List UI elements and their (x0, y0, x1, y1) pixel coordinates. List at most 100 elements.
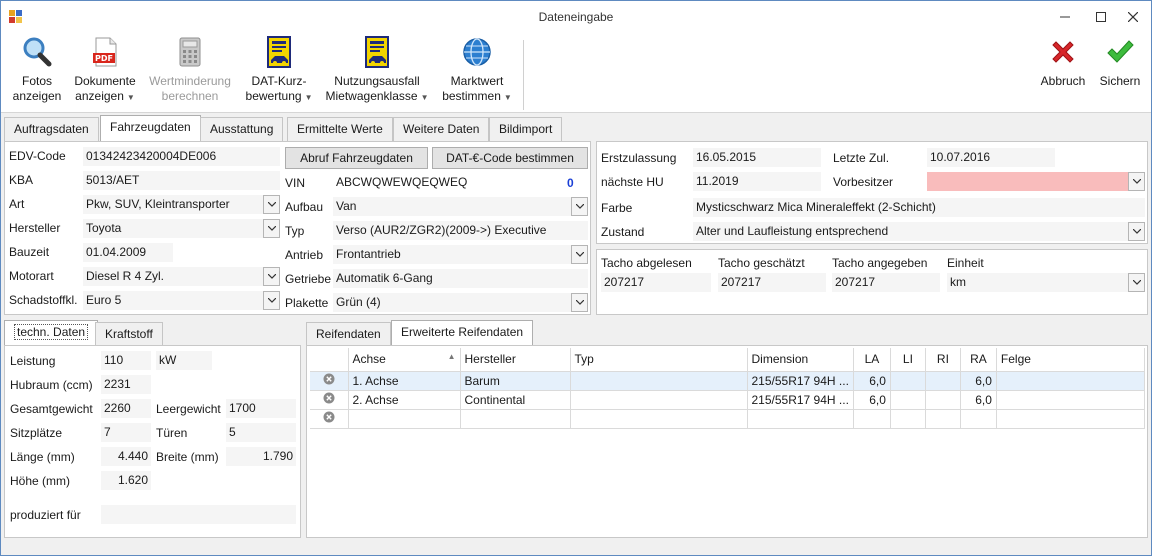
maximize-button[interactable] (1083, 1, 1119, 32)
cell-ra[interactable] (960, 409, 997, 429)
cell-achse[interactable]: 1. Achse (348, 371, 461, 391)
schadstoffkl-select[interactable]: Euro 5 (83, 291, 263, 310)
cell-felge[interactable] (996, 390, 1146, 410)
hubraum-field[interactable]: 2231 (101, 375, 151, 394)
cell-ra[interactable]: 6,0 (960, 390, 997, 410)
cell-typ[interactable] (570, 409, 748, 429)
zustand-select[interactable]: Alter und Laufleistung entsprechend (693, 222, 1128, 241)
vorbesitzer-select[interactable] (927, 172, 1128, 191)
col-header-typ[interactable]: Typ (570, 348, 748, 372)
antrieb-dropdown[interactable] (571, 245, 588, 264)
sichern-button[interactable]: Sichern (1095, 36, 1145, 89)
cell-felge[interactable] (996, 409, 1146, 429)
cell-felge[interactable] (996, 371, 1146, 391)
cell-hersteller[interactable]: Barum (460, 371, 571, 391)
plakette-dropdown[interactable] (571, 293, 588, 312)
col-header-felge[interactable]: Felge (996, 348, 1146, 372)
tab-ausstattung[interactable]: Ausstattung (200, 117, 284, 141)
col-header-dimension[interactable]: Dimension (747, 348, 854, 372)
edv-code-field[interactable]: 01342423420004DE006 (83, 147, 280, 166)
tab-reifendaten[interactable]: Reifendaten (306, 322, 391, 346)
abruf-fahrzeugdaten-button[interactable]: Abruf Fahrzeugdaten (285, 147, 428, 169)
tacho-geschaetzt-field[interactable]: 207217 (718, 273, 826, 292)
hersteller-dropdown[interactable] (263, 219, 280, 238)
hoehe-field[interactable]: 1.620 (101, 471, 151, 490)
tab-weitere-daten[interactable]: Weitere Daten (393, 117, 490, 141)
cell-la[interactable] (853, 409, 891, 429)
cell-achse[interactable] (348, 409, 461, 429)
col-header-li[interactable]: LI (890, 348, 926, 372)
antrieb-select[interactable]: Frontantrieb (333, 245, 571, 264)
aufbau-dropdown[interactable] (571, 197, 588, 216)
tab-ermittelte-werte[interactable]: Ermittelte Werte (287, 117, 393, 141)
farbe-field[interactable]: Mysticschwarz Mica Mineraleffekt (2-Schi… (693, 198, 1145, 217)
abbruch-button[interactable]: Abbruch (1037, 36, 1089, 89)
getriebe-field[interactable]: Automatik 6-Gang (333, 269, 588, 288)
bauzeit-field[interactable]: 01.04.2009 (83, 243, 173, 262)
laenge-field[interactable]: 4.440 (101, 447, 151, 466)
dat-code-bestimmen-button[interactable]: DAT-€-Code bestimmen (432, 147, 588, 169)
cell-ri[interactable] (925, 409, 961, 429)
tab-erweiterte-reifendaten[interactable]: Erweiterte Reifendaten (391, 320, 534, 346)
fotos-anzeigen-button[interactable]: Fotos anzeigen (11, 36, 63, 104)
cell-hersteller[interactable]: Continental (460, 390, 571, 410)
dat-kurzbewertung-button[interactable]: DAT-Kurz- bewertung ▼ (241, 36, 317, 105)
delete-row-button[interactable] (310, 409, 349, 429)
leistung-field[interactable]: 110 (101, 351, 151, 370)
cell-la[interactable]: 6,0 (853, 390, 891, 410)
table-row-new[interactable] (310, 409, 1146, 429)
einheit-dropdown[interactable] (1128, 273, 1145, 292)
col-header-achse[interactable]: Achse ▲ (348, 348, 461, 372)
produziert-fuer-field[interactable] (101, 505, 296, 524)
cell-typ[interactable] (570, 390, 748, 410)
typ-field[interactable]: Verso (AUR2/ZGR2)(2009->) Executive (333, 221, 588, 240)
kba-field[interactable]: 5013/AET (83, 171, 280, 190)
cell-achse[interactable]: 2. Achse (348, 390, 461, 410)
col-header-hersteller[interactable]: Hersteller (460, 348, 571, 372)
tab-auftragsdaten[interactable]: Auftragsdaten (4, 117, 99, 141)
breite-field[interactable]: 1.790 (226, 447, 296, 466)
cell-li[interactable] (890, 409, 926, 429)
cell-dimension[interactable]: 215/55R17 94H ... (747, 390, 854, 410)
aufbau-select[interactable]: Van (333, 197, 571, 216)
col-header-la[interactable]: LA (853, 348, 891, 372)
erstzulassung-field[interactable]: 16.05.2015 (693, 148, 821, 167)
einheit-select[interactable]: km (947, 273, 1128, 292)
schadstoffkl-dropdown[interactable] (263, 291, 280, 310)
letzte-zul-field[interactable]: 10.07.2016 (927, 148, 1055, 167)
tab-techn-daten[interactable]: techn. Daten (4, 320, 99, 346)
cell-ri[interactable] (925, 371, 961, 391)
cell-li[interactable] (890, 371, 926, 391)
cell-li[interactable] (890, 390, 926, 410)
cell-la[interactable]: 6,0 (853, 371, 891, 391)
close-button[interactable] (1115, 1, 1151, 32)
delete-row-button[interactable] (310, 390, 349, 410)
cell-ri[interactable] (925, 390, 961, 410)
motorart-dropdown[interactable] (263, 267, 280, 286)
leergewicht-field[interactable]: 1700 (226, 399, 296, 418)
naechste-hu-field[interactable]: 11.2019 (693, 172, 821, 191)
tab-kraftstoff[interactable]: Kraftstoff (95, 322, 163, 346)
vorbesitzer-dropdown[interactable] (1128, 172, 1145, 191)
art-dropdown[interactable] (263, 195, 280, 214)
table-row[interactable]: 1. Achse Barum 215/55R17 94H ... 6,0 6,0 (310, 371, 1146, 391)
hersteller-select[interactable]: Toyota (83, 219, 263, 238)
minimize-button[interactable] (1047, 1, 1083, 32)
cell-dimension[interactable]: 215/55R17 94H ... (747, 371, 854, 391)
art-select[interactable]: Pkw, SUV, Kleintransporter (83, 195, 263, 214)
gesamtgewicht-field[interactable]: 2260 (101, 399, 151, 418)
col-header-ra[interactable]: RA (960, 348, 997, 372)
cell-dimension[interactable] (747, 409, 854, 429)
plakette-select[interactable]: Grün (4) (333, 293, 571, 312)
tab-bildimport[interactable]: Bildimport (489, 117, 563, 141)
motorart-select[interactable]: Diesel R 4 Zyl. (83, 267, 263, 286)
zustand-dropdown[interactable] (1128, 222, 1145, 241)
tacho-angegeben-field[interactable]: 207217 (832, 273, 940, 292)
table-row[interactable]: 2. Achse Continental 215/55R17 94H ... 6… (310, 390, 1146, 410)
marktwert-bestimmen-button[interactable]: Marktwert bestimmen ▼ (437, 36, 517, 105)
dokumente-anzeigen-button[interactable]: PDF Dokumente anzeigen ▼ (69, 36, 141, 105)
tacho-abgelesen-field[interactable]: 207217 (601, 273, 711, 292)
cell-ra[interactable]: 6,0 (960, 371, 997, 391)
delete-row-button[interactable] (310, 371, 349, 391)
col-header-ri[interactable]: RI (925, 348, 961, 372)
